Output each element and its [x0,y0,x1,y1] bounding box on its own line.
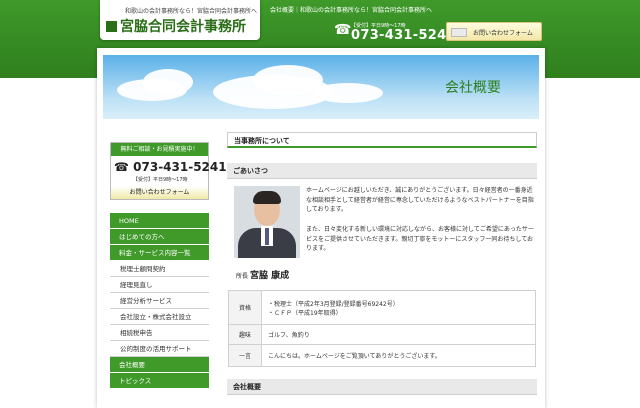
director-signature: 所長 宮脇 康成 [236,263,289,282]
nav-item-services[interactable]: 料金・サービス内容一覧 [110,245,209,261]
nav-item-topics[interactable]: トピックス [110,373,209,389]
qual-label: 資格 [228,290,262,325]
signature-name: 宮脇 康成 [250,271,290,281]
profile-table: 資格 ・税理士（平成2年3月登録/登録番号69242号） ・ＣＦＰ（平成19年取… [228,290,536,367]
greeting-paragraph-1: ホームページにお越しいただき、誠にありがとうございます。日々経営者の一番身近な相… [306,187,534,213]
logo-text-wrap: 宮脇合同会計事務所 [106,16,246,36]
hero-title: 会社概要 [445,80,501,96]
director-photo [234,186,300,258]
nav-item-advisory-contract[interactable]: 税理士顧問契約 [110,261,209,277]
site-logo[interactable]: 和歌山の会計事務所なら！宮脇合同会計事務所へ 宮脇合同会計事務所 [100,0,260,40]
mail-icon [451,28,467,37]
nav-item-inheritance-tax[interactable]: 相続税申告 [110,325,209,341]
header-phone: ☎ 【受付】平日9時〜17時 073-431-5241 [334,22,456,43]
header-breadcrumb: 会社概要｜和歌山の会計事務所なら！宮脇合同会計事務所へ [270,7,433,14]
logo-tagline: 和歌山の会計事務所なら！宮脇合同会計事務所へ [125,8,258,15]
nav-item-business-analysis[interactable]: 経営分析サービス [110,293,209,309]
phone-icon: ☎ [114,160,129,174]
nav-item-company-setup[interactable]: 会社設立・株式会社設立 [110,309,209,325]
nav-item-beginners[interactable]: はじめての方へ [110,229,209,245]
logo-text: 宮脇合同会計事務所 [120,19,246,35]
nav-item-bookkeeping-review[interactable]: 経理見直し [110,277,209,293]
qual-value: ・税理士（平成2年3月登録/登録番号69242号） ・ＣＦＰ（平成19年取得） [261,290,536,325]
qual-item-1: ・税理士（平成2年3月登録/登録番号69242号） [268,300,399,308]
greeting-paragraph-2: また、日々変化する新しい環境に対応しながら、お客様に対してご希望にあったサービス… [306,226,534,252]
word-label: 一言 [228,344,262,367]
header-phone-number: 073-431-5241 [351,28,456,43]
nav-item-company-profile[interactable]: 会社概要 [110,357,209,373]
section-title-greeting: ごあいさつ [227,163,537,179]
photo-hair [253,191,281,204]
hobby-label: 趣味 [228,324,262,345]
cloud-shape [143,69,193,95]
header-contact-button[interactable]: お問い合わせフォーム [446,22,542,41]
header-contact-label: お問い合わせフォーム [473,30,533,37]
qual-item-2: ・ＣＦＰ（平成19年取得） [268,309,342,317]
section-title-about: 当事務所について [227,132,537,148]
word-value: こんにちは。ホームページをご覧頂いてありがとうございます。 [261,344,536,367]
sidebar-contact-header: 無料ご相談・お見積実施中！ [111,143,208,156]
photo-tie [265,228,269,245]
nav-item-public-programs[interactable]: 公的制度の活用サポート [110,341,209,357]
sidebar-hours: 【受付】平日9時〜17時 [133,177,188,183]
table-row: 一言 こんにちは。ホームページをご覧頂いてありがとうございます。 [228,344,536,367]
signature-title: 所長 [236,273,249,280]
hero-banner: 会社概要 [103,55,539,119]
phone-icon: ☎ [334,22,352,38]
sidebar-contact-box: 無料ご相談・お見積実施中！ ☎ 073-431-5241 【受付】平日9時〜17… [110,142,227,200]
cloud-shape [313,83,383,103]
sidebar-form-link[interactable]: お問い合わせフォーム [111,186,208,199]
sidebar-nav: HOME はじめての方へ 料金・サービス内容一覧 税理士顧問契約 経理見直し 経… [110,213,209,389]
sidebar-phone-number: 073-431-5241 [133,160,227,174]
logo-mark-icon [106,21,117,32]
section-title-overview: 会社概要 [227,379,537,395]
greeting-text-2: また、日々変化する新しい環境に対応しながら、お客様に対してご希望にあったサービス… [306,225,536,254]
table-row: 趣味 ゴルフ、魚釣り [228,324,536,345]
sidebar-phone-wrap: ☎ 073-431-5241 [114,160,227,174]
nav-item-home[interactable]: HOME [110,213,209,229]
greeting-text-1: ホームページにお越しいただき、誠にありがとうございます。日々経営者の一番身近な相… [306,186,536,215]
hobby-value: ゴルフ、魚釣り [261,324,536,345]
table-row: 資格 ・税理士（平成2年3月登録/登録番号69242号） ・ＣＦＰ（平成19年取… [228,290,536,325]
